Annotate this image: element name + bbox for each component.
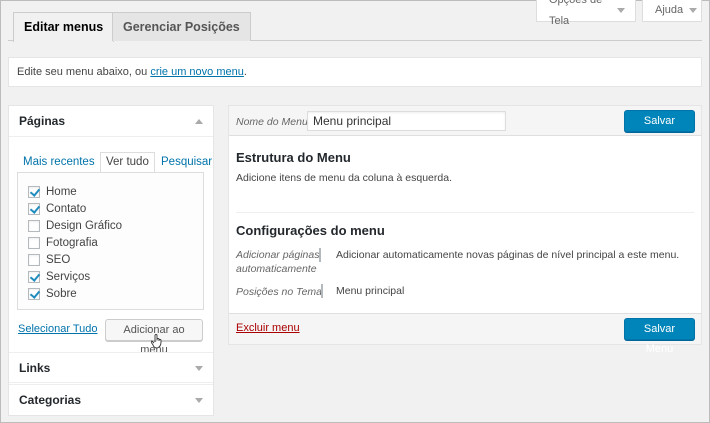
save-menu-button[interactable]: Salvar Menu bbox=[624, 110, 695, 147]
delete-menu-link[interactable]: Excluir menu bbox=[236, 322, 300, 334]
pages-checklist: Home Contato Design Gráfico Fotografia S… bbox=[17, 172, 204, 310]
menu-management-panel: Nome do Menu Menu principal Salvar Menu … bbox=[228, 105, 702, 355]
checkbox[interactable] bbox=[28, 237, 40, 249]
accordion-categories-title: Categorias bbox=[19, 393, 82, 407]
chevron-down-icon bbox=[195, 366, 203, 371]
checkbox[interactable] bbox=[28, 254, 40, 266]
auto-add-label: Adicionar páginas bbox=[236, 249, 320, 261]
list-item[interactable]: SEO bbox=[28, 252, 70, 268]
tab-search[interactable]: Pesquisar bbox=[161, 156, 212, 168]
auto-add-option-label: Adicionar automaticamente novas páginas … bbox=[336, 249, 680, 261]
list-item[interactable]: Serviços bbox=[28, 269, 90, 285]
auto-add-checkbox[interactable] bbox=[319, 248, 321, 262]
checkbox[interactable] bbox=[28, 220, 40, 232]
create-menu-link[interactable]: crie um novo menu bbox=[150, 66, 244, 78]
hand-cursor-icon bbox=[151, 334, 162, 349]
menu-name-input[interactable]: Menu principal bbox=[307, 111, 506, 131]
menu-structure-description: Adicione itens de menu da coluna à esque… bbox=[236, 172, 452, 184]
list-item[interactable]: Design Gráfico bbox=[28, 218, 122, 234]
theme-locations-label: Posições no Tema bbox=[236, 286, 322, 298]
tab-manage-locations[interactable]: Gerenciar Posições bbox=[112, 12, 251, 41]
checkbox-checked[interactable] bbox=[28, 203, 40, 215]
page-label: Sobre bbox=[46, 288, 77, 300]
section-divider bbox=[236, 212, 694, 213]
tab-view-all[interactable]: Ver tudo bbox=[100, 152, 155, 172]
notice-text: Edite seu menu abaixo, ou bbox=[17, 66, 151, 78]
accordion-links-header[interactable]: Links bbox=[9, 352, 213, 383]
menu-name-label: Nome do Menu bbox=[236, 116, 308, 128]
chevron-down-icon bbox=[689, 8, 698, 13]
accordion-pages-header[interactable]: Páginas bbox=[9, 106, 213, 137]
menu-footer: Excluir menu Salvar Menu bbox=[229, 313, 701, 355]
checkbox-checked[interactable] bbox=[28, 186, 40, 198]
page-label: Serviços bbox=[46, 271, 91, 283]
screen-options-label: Opções de Tela bbox=[549, 0, 602, 27]
info-notice: Edite seu menu abaixo, ou crie um novo m… bbox=[8, 57, 702, 87]
page-label: Contato bbox=[46, 203, 87, 215]
location-option-label: Menu principal bbox=[336, 285, 405, 297]
accordion-pages-title: Páginas bbox=[19, 114, 66, 128]
menu-items-sidebar: Páginas Mais recentes Ver tudo Pesquisar… bbox=[8, 105, 214, 416]
page-label: Design Gráfico bbox=[46, 220, 123, 232]
select-all-link[interactable]: Selecionar Tudo bbox=[18, 323, 98, 335]
page-label: Fotografia bbox=[46, 237, 98, 249]
chevron-up-icon bbox=[195, 119, 203, 124]
accordion-categories-header[interactable]: Categorias bbox=[9, 384, 213, 415]
list-item[interactable]: Fotografia bbox=[28, 235, 98, 251]
accordion-links-title: Links bbox=[19, 361, 51, 375]
help-label: Ajuda bbox=[655, 4, 684, 16]
menu-structure-title: Estrutura do Menu bbox=[236, 150, 351, 165]
chevron-down-icon bbox=[617, 8, 625, 13]
list-item[interactable]: Sobre bbox=[28, 286, 77, 302]
save-menu-button-footer[interactable]: Salvar Menu bbox=[624, 318, 695, 355]
help-button[interactable]: Ajuda bbox=[642, 0, 702, 22]
list-item[interactable]: Contato bbox=[28, 201, 86, 217]
auto-add-label-2: automaticamente bbox=[236, 263, 317, 275]
menu-header: Nome do Menu Menu principal Salvar Menu bbox=[229, 106, 701, 147]
checkbox-checked[interactable] bbox=[28, 271, 40, 283]
chevron-down-icon bbox=[195, 398, 203, 403]
notice-suffix: . bbox=[243, 66, 247, 78]
location-checkbox[interactable] bbox=[321, 284, 323, 298]
list-item[interactable]: Home bbox=[28, 184, 77, 200]
screen-options-button[interactable]: Opções de Tela bbox=[536, 0, 636, 27]
page-label: Home bbox=[46, 186, 77, 198]
page-label: SEO bbox=[46, 254, 71, 266]
tab-edit-menus[interactable]: Editar menus bbox=[13, 12, 115, 42]
menu-settings-title: Configurações do menu bbox=[236, 223, 385, 238]
tab-most-recent[interactable]: Mais recentes bbox=[23, 156, 95, 168]
checkbox-checked[interactable] bbox=[28, 288, 40, 300]
